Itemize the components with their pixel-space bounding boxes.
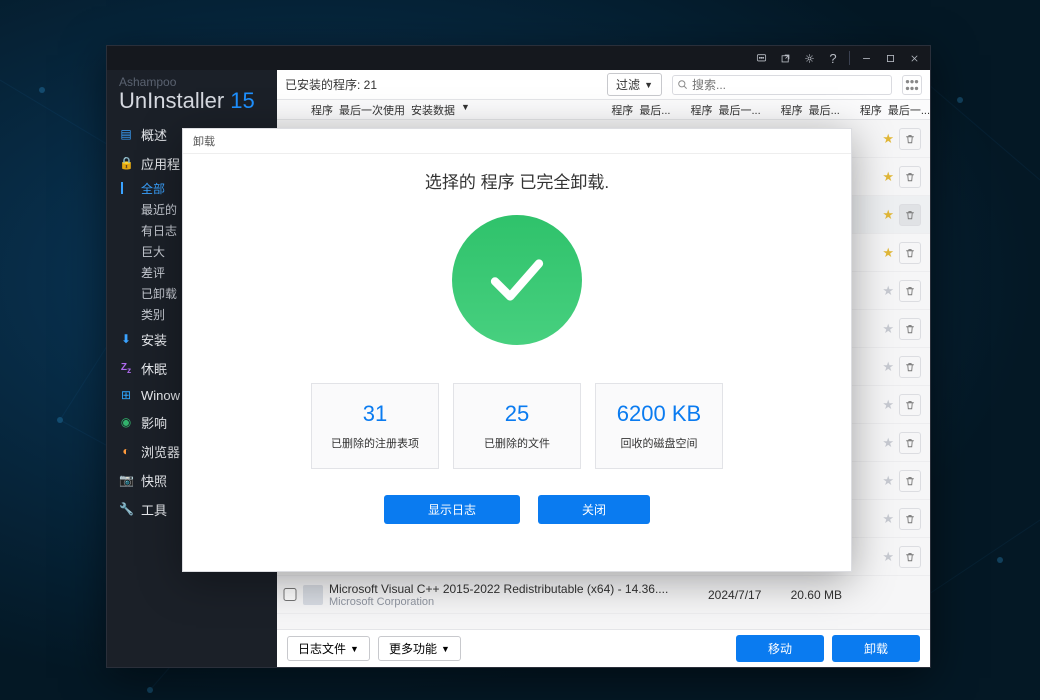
trash-icon[interactable] xyxy=(899,204,921,226)
app-name: Microsoft Visual C++ 2015-2022 Redistrib… xyxy=(329,582,708,596)
sidebar-item-label: 浏览器 xyxy=(141,442,180,461)
trash-icon[interactable] xyxy=(899,356,921,378)
stat-registry: 31 已删除的注册表项 xyxy=(311,383,439,469)
trash-icon[interactable] xyxy=(899,546,921,568)
maximize-button[interactable] xyxy=(878,46,902,70)
install-date: 2024/7/17 xyxy=(708,588,778,602)
minimize-button[interactable] xyxy=(854,46,878,70)
windows-icon: ⊞ xyxy=(119,388,133,402)
impact-icon: ◉ xyxy=(119,415,133,429)
column-headers: 程序最后一次使用安装数据▼ 程序最后... 程序最后一... 程序最后... 程… xyxy=(277,100,930,120)
uninstall-button[interactable]: 卸载 xyxy=(832,635,920,662)
sidebar-item-label: 概述 xyxy=(141,125,167,144)
feedback-icon[interactable] xyxy=(749,46,773,70)
search-icon xyxy=(677,79,688,90)
trash-icon[interactable] xyxy=(899,394,921,416)
sidebar-item-label: 休眠 xyxy=(141,359,167,378)
uninstall-complete-dialog: 卸载 选择的 程序 已完全卸载. 31 已删除的注册表项 25 已删除的文件 6… xyxy=(182,128,852,572)
filter-button[interactable]: 过滤 ▼ xyxy=(607,73,662,96)
browser-icon: ◐ xyxy=(119,444,133,458)
trash-icon[interactable] xyxy=(899,508,921,530)
view-toggle[interactable] xyxy=(902,75,922,95)
sidebar-item-label: 影响 xyxy=(141,413,167,432)
titlebar: ? xyxy=(107,46,930,70)
sidebar-item-label: 工具 xyxy=(141,500,167,519)
chevron-down-icon: ▼ xyxy=(644,80,653,90)
stat-files: 25 已删除的文件 xyxy=(453,383,581,469)
stat-disk: 6200 KB 回收的磁盘空间 xyxy=(595,383,723,469)
help-icon[interactable]: ? xyxy=(821,46,845,70)
trash-icon[interactable] xyxy=(899,242,921,264)
success-check-icon xyxy=(452,215,582,345)
install-size: 20.60 MB xyxy=(778,588,842,602)
trash-icon[interactable] xyxy=(899,280,921,302)
sidebar-item-label: 应用程 xyxy=(141,154,180,173)
toolbar: 已安装的程序: 21 过滤 ▼ xyxy=(277,70,930,100)
overview-icon: ▤ xyxy=(119,127,133,141)
app-vendor: Microsoft Corporation xyxy=(329,596,708,608)
trash-icon[interactable] xyxy=(899,432,921,454)
more-button[interactable]: 更多功能▼ xyxy=(378,636,461,661)
app-icon xyxy=(303,585,323,605)
tools-icon: 🔧 xyxy=(119,502,133,516)
gear-icon[interactable] xyxy=(797,46,821,70)
dialog-title: 卸载 xyxy=(183,129,851,154)
apps-icon: 🔒 xyxy=(119,156,133,170)
sidebar-item-label: 快照 xyxy=(141,471,167,490)
log-files-button[interactable]: 日志文件▼ xyxy=(287,636,370,661)
brand: Ashampoo UnInstaller 15 xyxy=(107,70,277,120)
chevron-down-icon: ▼ xyxy=(350,644,359,654)
trash-icon[interactable] xyxy=(899,166,921,188)
trash-icon[interactable] xyxy=(899,470,921,492)
install-icon: ⬇ xyxy=(119,332,133,346)
table-row-visual-cpp[interactable]: Microsoft Visual C++ 2015-2022 Redistrib… xyxy=(277,576,930,614)
dialog-headline: 选择的 程序 已完全卸载. xyxy=(425,168,609,193)
show-log-button[interactable]: 显示日志 xyxy=(384,495,520,524)
snapshot-icon: 📷 xyxy=(119,473,133,487)
close-dialog-button[interactable]: 关闭 xyxy=(538,495,650,524)
bottombar: 日志文件▼ 更多功能▼ 移动 卸载 xyxy=(277,629,930,667)
chevron-down-icon: ▼ xyxy=(441,644,450,654)
sidebar-item-label: Winow xyxy=(141,388,180,403)
move-button[interactable]: 移动 xyxy=(736,635,824,662)
trash-icon[interactable] xyxy=(899,318,921,340)
row-checkbox[interactable] xyxy=(283,588,297,601)
trash-icon[interactable] xyxy=(899,128,921,150)
installed-count: 已安装的程序: 21 xyxy=(285,76,377,93)
sidebar-item-label: 安装 xyxy=(141,330,167,349)
close-button[interactable] xyxy=(902,46,926,70)
search-input[interactable] xyxy=(688,78,887,92)
view-icon xyxy=(903,76,921,94)
external-icon[interactable] xyxy=(773,46,797,70)
sleep-icon: Zz xyxy=(119,362,133,375)
search-input-wrap[interactable] xyxy=(672,75,892,95)
